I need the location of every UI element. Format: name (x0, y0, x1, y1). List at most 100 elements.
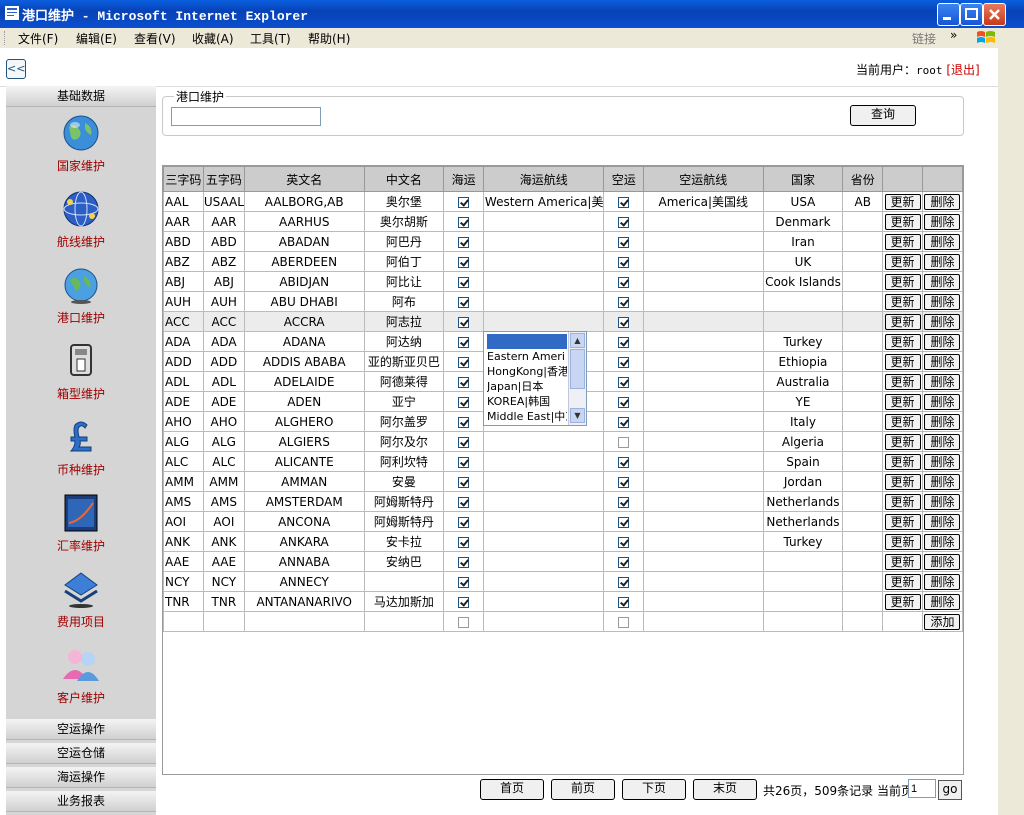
sea-checkbox[interactable] (458, 436, 470, 448)
sea-checkbox[interactable] (458, 356, 470, 368)
delete-button[interactable]: 删除 (924, 513, 961, 530)
air-checkbox[interactable] (618, 416, 630, 428)
sea-checkbox[interactable] (458, 476, 470, 488)
sea-checkbox[interactable] (458, 396, 470, 408)
sea-checkbox[interactable] (458, 616, 470, 628)
menu-file[interactable]: 文件(F) (18, 30, 58, 47)
sea-route-listbox[interactable]: Eastern Ameri HongKong|香港 Japan|日本 KOREA… (483, 331, 587, 426)
air-checkbox[interactable] (618, 496, 630, 508)
scroll-up-icon[interactable]: ▲ (570, 333, 585, 348)
listbox-option[interactable]: Japan|日本 (487, 379, 567, 394)
sea-checkbox[interactable] (458, 216, 470, 228)
update-button[interactable]: 更新 (884, 413, 921, 430)
air-checkbox[interactable] (618, 376, 630, 388)
sidebar-item-fee[interactable]: 费用项目 (6, 567, 156, 637)
air-checkbox[interactable] (618, 556, 630, 568)
chevron-icon[interactable]: » (950, 28, 957, 42)
update-button[interactable]: 更新 (884, 273, 921, 290)
listbox-option[interactable]: KOREA|韩国 (487, 394, 567, 409)
delete-button[interactable]: 删除 (924, 573, 961, 590)
update-button[interactable]: 更新 (884, 353, 921, 370)
menu-favorites[interactable]: 收藏(A) (192, 30, 234, 47)
update-button[interactable]: 更新 (884, 313, 921, 330)
go-button[interactable]: go (938, 780, 962, 800)
update-button[interactable]: 更新 (884, 473, 921, 490)
sidebar-item-country[interactable]: 国家维护 (6, 111, 156, 181)
menu-edit[interactable]: 编辑(E) (76, 30, 117, 47)
sea-checkbox[interactable] (458, 276, 470, 288)
update-button[interactable]: 更新 (884, 253, 921, 270)
delete-button[interactable]: 删除 (924, 313, 961, 330)
air-checkbox[interactable] (618, 196, 630, 208)
update-button[interactable]: 更新 (884, 433, 921, 450)
sea-checkbox[interactable] (458, 316, 470, 328)
air-checkbox[interactable] (618, 236, 630, 248)
current-page-input[interactable] (908, 779, 936, 798)
update-button[interactable]: 更新 (884, 293, 921, 310)
air-checkbox[interactable] (618, 456, 630, 468)
delete-button[interactable]: 删除 (924, 233, 961, 250)
scroll-down-icon[interactable]: ▼ (570, 408, 585, 423)
air-checkbox[interactable] (618, 336, 630, 348)
delete-button[interactable]: 删除 (924, 373, 961, 390)
update-button[interactable]: 更新 (884, 333, 921, 350)
menu-help[interactable]: 帮助(H) (308, 30, 350, 47)
add-button[interactable]: 添加 (924, 613, 961, 630)
sea-checkbox[interactable] (458, 296, 470, 308)
sidebar-item-route[interactable]: 航线维护 (6, 187, 156, 257)
air-checkbox[interactable] (618, 296, 630, 308)
delete-button[interactable]: 删除 (924, 433, 961, 450)
update-button[interactable]: 更新 (884, 453, 921, 470)
sidebar-item-port[interactable]: 港口维护 (6, 263, 156, 333)
sidebar-section-reports[interactable]: 业务报表 (6, 791, 156, 812)
delete-button[interactable]: 删除 (924, 353, 961, 370)
sea-checkbox[interactable] (458, 256, 470, 268)
sidebar-section-basic-data[interactable]: 基础数据 (6, 86, 156, 107)
maximize-button[interactable] (960, 3, 983, 26)
air-checkbox[interactable] (618, 276, 630, 288)
search-input[interactable] (171, 107, 321, 126)
delete-button[interactable]: 删除 (924, 273, 961, 290)
sea-checkbox[interactable] (458, 496, 470, 508)
sea-checkbox[interactable] (458, 416, 470, 428)
sidebar-section-air-ops[interactable]: 空运操作 (6, 719, 156, 740)
delete-button[interactable]: 删除 (924, 253, 961, 270)
listbox-option[interactable]: HongKong|香港 (487, 364, 567, 379)
delete-button[interactable]: 删除 (924, 333, 961, 350)
air-checkbox[interactable] (618, 436, 630, 448)
listbox-scrollbar[interactable]: ▲ ▼ (568, 332, 586, 425)
listbox-option[interactable]: Eastern Ameri (487, 349, 567, 364)
air-checkbox[interactable] (618, 616, 630, 628)
update-button[interactable]: 更新 (884, 593, 921, 610)
scroll-thumb[interactable] (570, 349, 585, 389)
sidebar-section-air-warehouse[interactable]: 空运仓储 (6, 743, 156, 764)
update-button[interactable]: 更新 (884, 513, 921, 530)
links-toolbar[interactable]: 链接 (912, 30, 936, 47)
sea-checkbox[interactable] (458, 536, 470, 548)
menu-tools[interactable]: 工具(T) (250, 30, 291, 47)
sea-checkbox[interactable] (458, 376, 470, 388)
delete-button[interactable]: 删除 (924, 493, 961, 510)
listbox-selected-option[interactable] (487, 334, 567, 349)
sidebar-item-customer[interactable]: 客户维护 (6, 643, 156, 713)
sidebar-item-container[interactable]: 箱型维护 (6, 339, 156, 409)
delete-button[interactable]: 删除 (924, 393, 961, 410)
sea-checkbox[interactable] (458, 556, 470, 568)
query-button[interactable]: 查询 (850, 105, 916, 126)
update-button[interactable]: 更新 (884, 573, 921, 590)
sea-checkbox[interactable] (458, 236, 470, 248)
sea-checkbox[interactable] (458, 516, 470, 528)
update-button[interactable]: 更新 (884, 373, 921, 390)
air-checkbox[interactable] (618, 516, 630, 528)
update-button[interactable]: 更新 (884, 213, 921, 230)
sea-checkbox[interactable] (458, 576, 470, 588)
delete-button[interactable]: 删除 (924, 213, 961, 230)
air-checkbox[interactable] (618, 216, 630, 228)
update-button[interactable]: 更新 (884, 393, 921, 410)
delete-button[interactable]: 删除 (924, 193, 961, 210)
air-checkbox[interactable] (618, 396, 630, 408)
sea-checkbox[interactable] (458, 596, 470, 608)
delete-button[interactable]: 删除 (924, 293, 961, 310)
delete-button[interactable]: 删除 (924, 453, 961, 470)
close-button[interactable] (983, 3, 1006, 26)
